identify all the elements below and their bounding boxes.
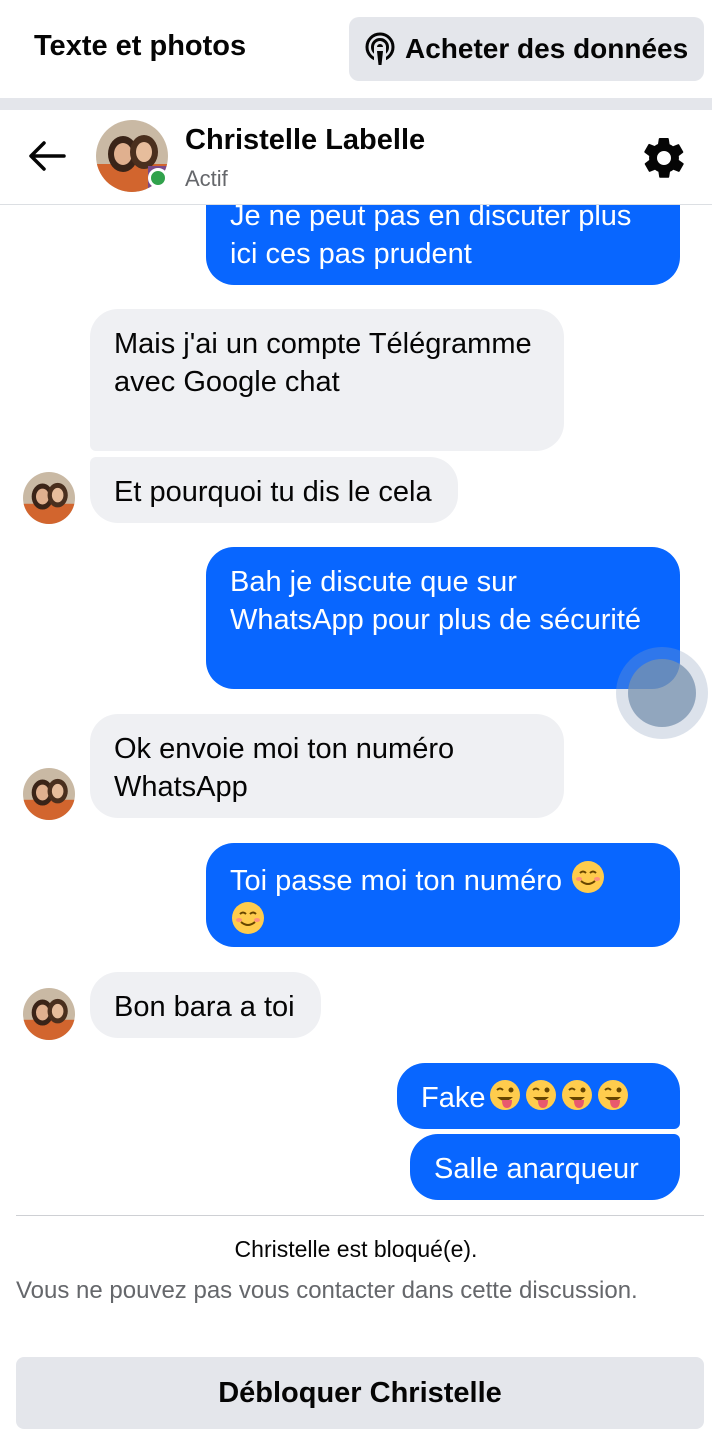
conversation-header: Christelle Labelle Actif [0, 110, 712, 205]
top-bar: Texte et photos Acheter des données [0, 0, 712, 98]
message-bubble-outgoing[interactable]: Fake [397, 1063, 680, 1129]
sender-avatar[interactable] [23, 768, 75, 820]
smiling-face-emoji [230, 902, 266, 938]
message-text: Mais j'ai un compte Télégramme avec Goog… [114, 328, 532, 398]
blocked-notice: Christelle est bloqué(e). [234, 1236, 478, 1262]
message-text: Bon bara a toi [114, 991, 295, 1023]
sender-avatar[interactable] [23, 472, 75, 524]
arrow-left-icon[interactable] [26, 138, 68, 174]
sender-avatar[interactable] [23, 988, 75, 1040]
footer-divider [16, 1215, 704, 1216]
unblock-button[interactable]: Débloquer Christelle [16, 1357, 704, 1429]
message-text: Ok envoie moi ton numéro WhatsApp [114, 733, 455, 803]
separator-strip [0, 98, 712, 110]
message-text: Salle anarqueur [434, 1153, 639, 1185]
contact-status: Actif [185, 166, 228, 191]
message-bubble-outgoing[interactable]: Toi passe moi ton numéro [206, 843, 680, 947]
unblock-label: Débloquer Christelle [218, 1376, 502, 1409]
winking-tongue-emoji [485, 1080, 629, 1114]
message-bubble-incoming[interactable]: Bon bara a toi [90, 972, 321, 1038]
touch-indicator-dot [628, 659, 696, 727]
buy-data-button[interactable]: Acheter des données [349, 17, 704, 81]
blocked-info: Vous ne pouvez pas vous contacter dans c… [16, 1277, 638, 1304]
podcast-icon [363, 32, 397, 66]
message-text: Fake [421, 1082, 486, 1114]
message-list[interactable]: Je ne peut pas en discuter plus ici ces … [0, 205, 712, 1215]
message-text: Et pourquoi tu dis le cela [114, 476, 432, 508]
message-text: Bah je discute que sur WhatsApp pour plu… [230, 566, 642, 636]
message-bubble-outgoing[interactable]: Salle anarqueur [410, 1134, 680, 1200]
message-text: Je ne peut pas en discuter plus ici ces … [230, 205, 632, 270]
message-bubble-incoming[interactable]: Mais j'ai un compte Télégramme avec Goog… [90, 309, 564, 451]
gear-icon[interactable] [640, 134, 688, 182]
message-bubble-incoming[interactable]: Et pourquoi tu dis le cela [90, 457, 458, 523]
contact-name[interactable]: Christelle Labelle [185, 124, 425, 157]
message-bubble-outgoing[interactable]: Bah je discute que sur WhatsApp pour plu… [206, 547, 680, 689]
smiling-face-emoji [570, 861, 606, 897]
mode-title[interactable]: Texte et photos [34, 30, 246, 63]
message-bubble-outgoing[interactable]: Je ne peut pas en discuter plus ici ces … [206, 205, 680, 285]
buy-data-label: Acheter des données [405, 33, 689, 64]
message-bubble-incoming[interactable]: Ok envoie moi ton numéro WhatsApp [90, 714, 564, 818]
online-indicator [148, 168, 168, 188]
message-text: Toi passe moi ton numéro [230, 865, 563, 897]
